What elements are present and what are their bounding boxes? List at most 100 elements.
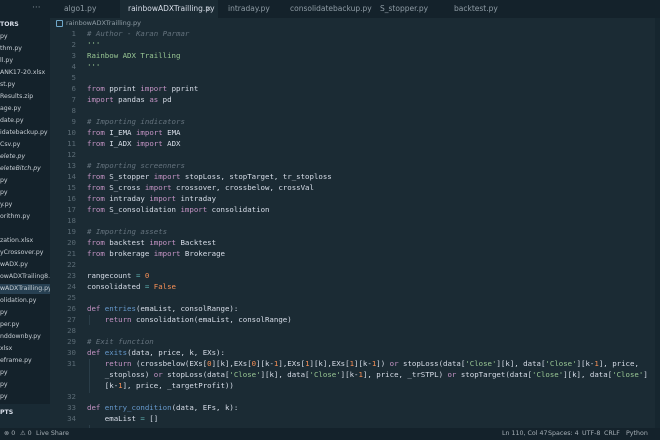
code-token: ], price, (598, 359, 639, 368)
file-item[interactable]: wADXTrailling.py (0, 284, 50, 294)
tab-backtest-py[interactable]: backtest.py (446, 0, 498, 18)
code-editor[interactable]: rainbowADXTrailling.py 1 # Author - Karan… (50, 18, 660, 428)
tab-consolidatebackup-py[interactable]: consolidatebackup.py (282, 0, 372, 18)
code-token: from (87, 249, 105, 258)
code-token: import (153, 172, 181, 181)
code-line[interactable]: # Author - Karan Parmar (87, 29, 189, 39)
file-item[interactable]: py (0, 392, 8, 402)
tab-rainbowadxtrailling-py[interactable]: rainbowADXTrailling.py × (120, 0, 218, 18)
file-item[interactable]: yCrossover.py (0, 248, 43, 258)
file-item[interactable]: py (0, 32, 8, 42)
code-line[interactable]: import pandas as pd (87, 95, 172, 105)
file-item[interactable]: date.py (0, 116, 24, 126)
file-item[interactable]: py (0, 380, 8, 390)
file-item[interactable]: py (0, 176, 8, 186)
file-item[interactable]: eleteBitch.py (0, 164, 41, 174)
indentation[interactable]: Spaces: 4 (548, 428, 579, 440)
code-line[interactable]: [k-1], price, _targetProfit)) (87, 381, 234, 391)
code-token: _stoploss) (87, 370, 154, 379)
code-line[interactable]: # Importing screenners (87, 161, 185, 171)
code-line[interactable]: _stoploss) or stopLoss(data['Close'][k],… (87, 370, 648, 380)
code-token: from (87, 84, 105, 93)
line-number: 3 (71, 51, 76, 60)
line-number: 6 (71, 84, 76, 93)
file-item[interactable]: elete.py (0, 152, 25, 162)
file-item[interactable]: xlsx (0, 344, 12, 354)
errors-indicator[interactable]: ⊗ 0 (4, 428, 15, 440)
code-line[interactable]: from S_stopper import stopLoss, stopTarg… (87, 172, 332, 182)
code-token: I_ADX (104, 139, 136, 148)
code-token: def (87, 348, 101, 357)
code-line[interactable]: from S_cross import crossover, crossbelo… (87, 183, 314, 193)
tab-intraday-py[interactable]: intraday.py (220, 0, 280, 18)
code-line[interactable]: rangecount = 0 (87, 271, 149, 281)
cursor-position[interactable]: Ln 110, Col 47 (502, 428, 548, 440)
file-item[interactable]: y.py (0, 200, 12, 210)
editor-scrollbar[interactable] (655, 18, 660, 428)
file-item[interactable]: Csv.py (0, 140, 20, 150)
file-item[interactable]: ANK17-20.xlsx (0, 68, 45, 78)
file-item[interactable]: wADX.py (0, 260, 28, 270)
code-token: ][k- (340, 370, 359, 379)
code-token: import (140, 84, 168, 93)
file-item[interactable]: py (0, 368, 8, 378)
file-item[interactable]: Results.zip (0, 92, 33, 102)
code-token: ][k- (256, 359, 274, 368)
code-token: consolidation (207, 205, 270, 214)
line-number: 11 (67, 139, 76, 148)
code-line[interactable]: def exits(data, price, k, EXs): (87, 348, 225, 358)
file-item[interactable]: orithm.py (0, 212, 30, 222)
close-tab-icon[interactable]: × (205, 0, 212, 18)
code-line[interactable]: from I_ADX import ADX (87, 139, 180, 149)
file-item[interactable]: owADXTrailing8... (0, 272, 50, 282)
code-line[interactable]: Rainbow ADX Trailling (87, 51, 180, 61)
warnings-indicator[interactable]: ⚠ 0 (20, 428, 32, 440)
file-item[interactable]: nddownby.py (0, 332, 41, 342)
code-line[interactable]: # Importing assets (87, 227, 167, 237)
code-line[interactable]: from brokerage import Brokerage (87, 249, 225, 259)
code-line[interactable]: consolidated = False (87, 282, 176, 292)
code-line[interactable]: from pprint import pprint (87, 84, 198, 94)
file-item[interactable]: py (0, 308, 8, 318)
file-item[interactable]: olidation.py (0, 296, 36, 306)
line-number: 29 (67, 337, 76, 346)
language-mode[interactable]: Python (626, 428, 648, 440)
file-item[interactable]: per.py (0, 320, 19, 330)
code-line[interactable]: def entries(emaList, consolRange): (87, 304, 238, 314)
line-number: 10 (67, 128, 76, 137)
code-line[interactable]: emaList = [] (87, 414, 158, 424)
code-line[interactable]: return (crossbelow(EXs[0][k],EXs[0][k-1]… (87, 359, 639, 369)
live-share-button[interactable]: Live Share (36, 428, 69, 440)
breadcrumb[interactable]: rainbowADXTrailling.py (56, 19, 141, 27)
file-item[interactable]: ll.py (0, 56, 13, 66)
code-line[interactable]: from I_EMA import EMA (87, 128, 180, 138)
open-editors-title[interactable]: TORS (0, 21, 19, 28)
line-ending[interactable]: CRLF (604, 428, 620, 440)
encoding[interactable]: UTF-8 (582, 428, 600, 440)
code-line[interactable]: from S_consolidation import consolidatio… (87, 205, 269, 215)
code-line[interactable]: return consolidation(emaList, consolRang… (87, 315, 292, 325)
code-line[interactable]: ''' (87, 40, 100, 50)
tab-algo1-py[interactable]: algo1.py (56, 0, 118, 18)
npm-scripts-title[interactable]: PTS (0, 409, 13, 416)
code-line[interactable]: def entry_condition(data, EFs, k): (87, 403, 238, 413)
code-line[interactable]: from intraday import intraday (87, 194, 216, 204)
code-line[interactable]: from backtest import Backtest (87, 238, 216, 248)
file-item[interactable]: idatebackup.py (0, 128, 48, 138)
file-item[interactable]: eframe.py (0, 356, 32, 366)
code-token: Brokerage (180, 249, 225, 258)
code-line[interactable]: # Importing indicators (87, 117, 185, 127)
code-line[interactable]: ''' (87, 62, 100, 72)
file-item[interactable]: py (0, 188, 8, 198)
file-item[interactable]: age.py (0, 104, 21, 114)
file-item[interactable]: zation.xlsx (0, 236, 33, 246)
tab-overflow[interactable]: ··· (32, 0, 41, 18)
code-token: ], price, _trSTPL) (362, 370, 448, 379)
code-token: import (87, 95, 114, 104)
file-item[interactable]: st.py (0, 80, 15, 90)
tab-s_stopper-py[interactable]: S_stopper.py (372, 0, 444, 18)
code-token: or (389, 359, 399, 368)
code-token: backtest (104, 238, 150, 247)
code-line[interactable]: # Exit function (87, 337, 154, 347)
file-item[interactable]: thm.py (0, 44, 22, 54)
